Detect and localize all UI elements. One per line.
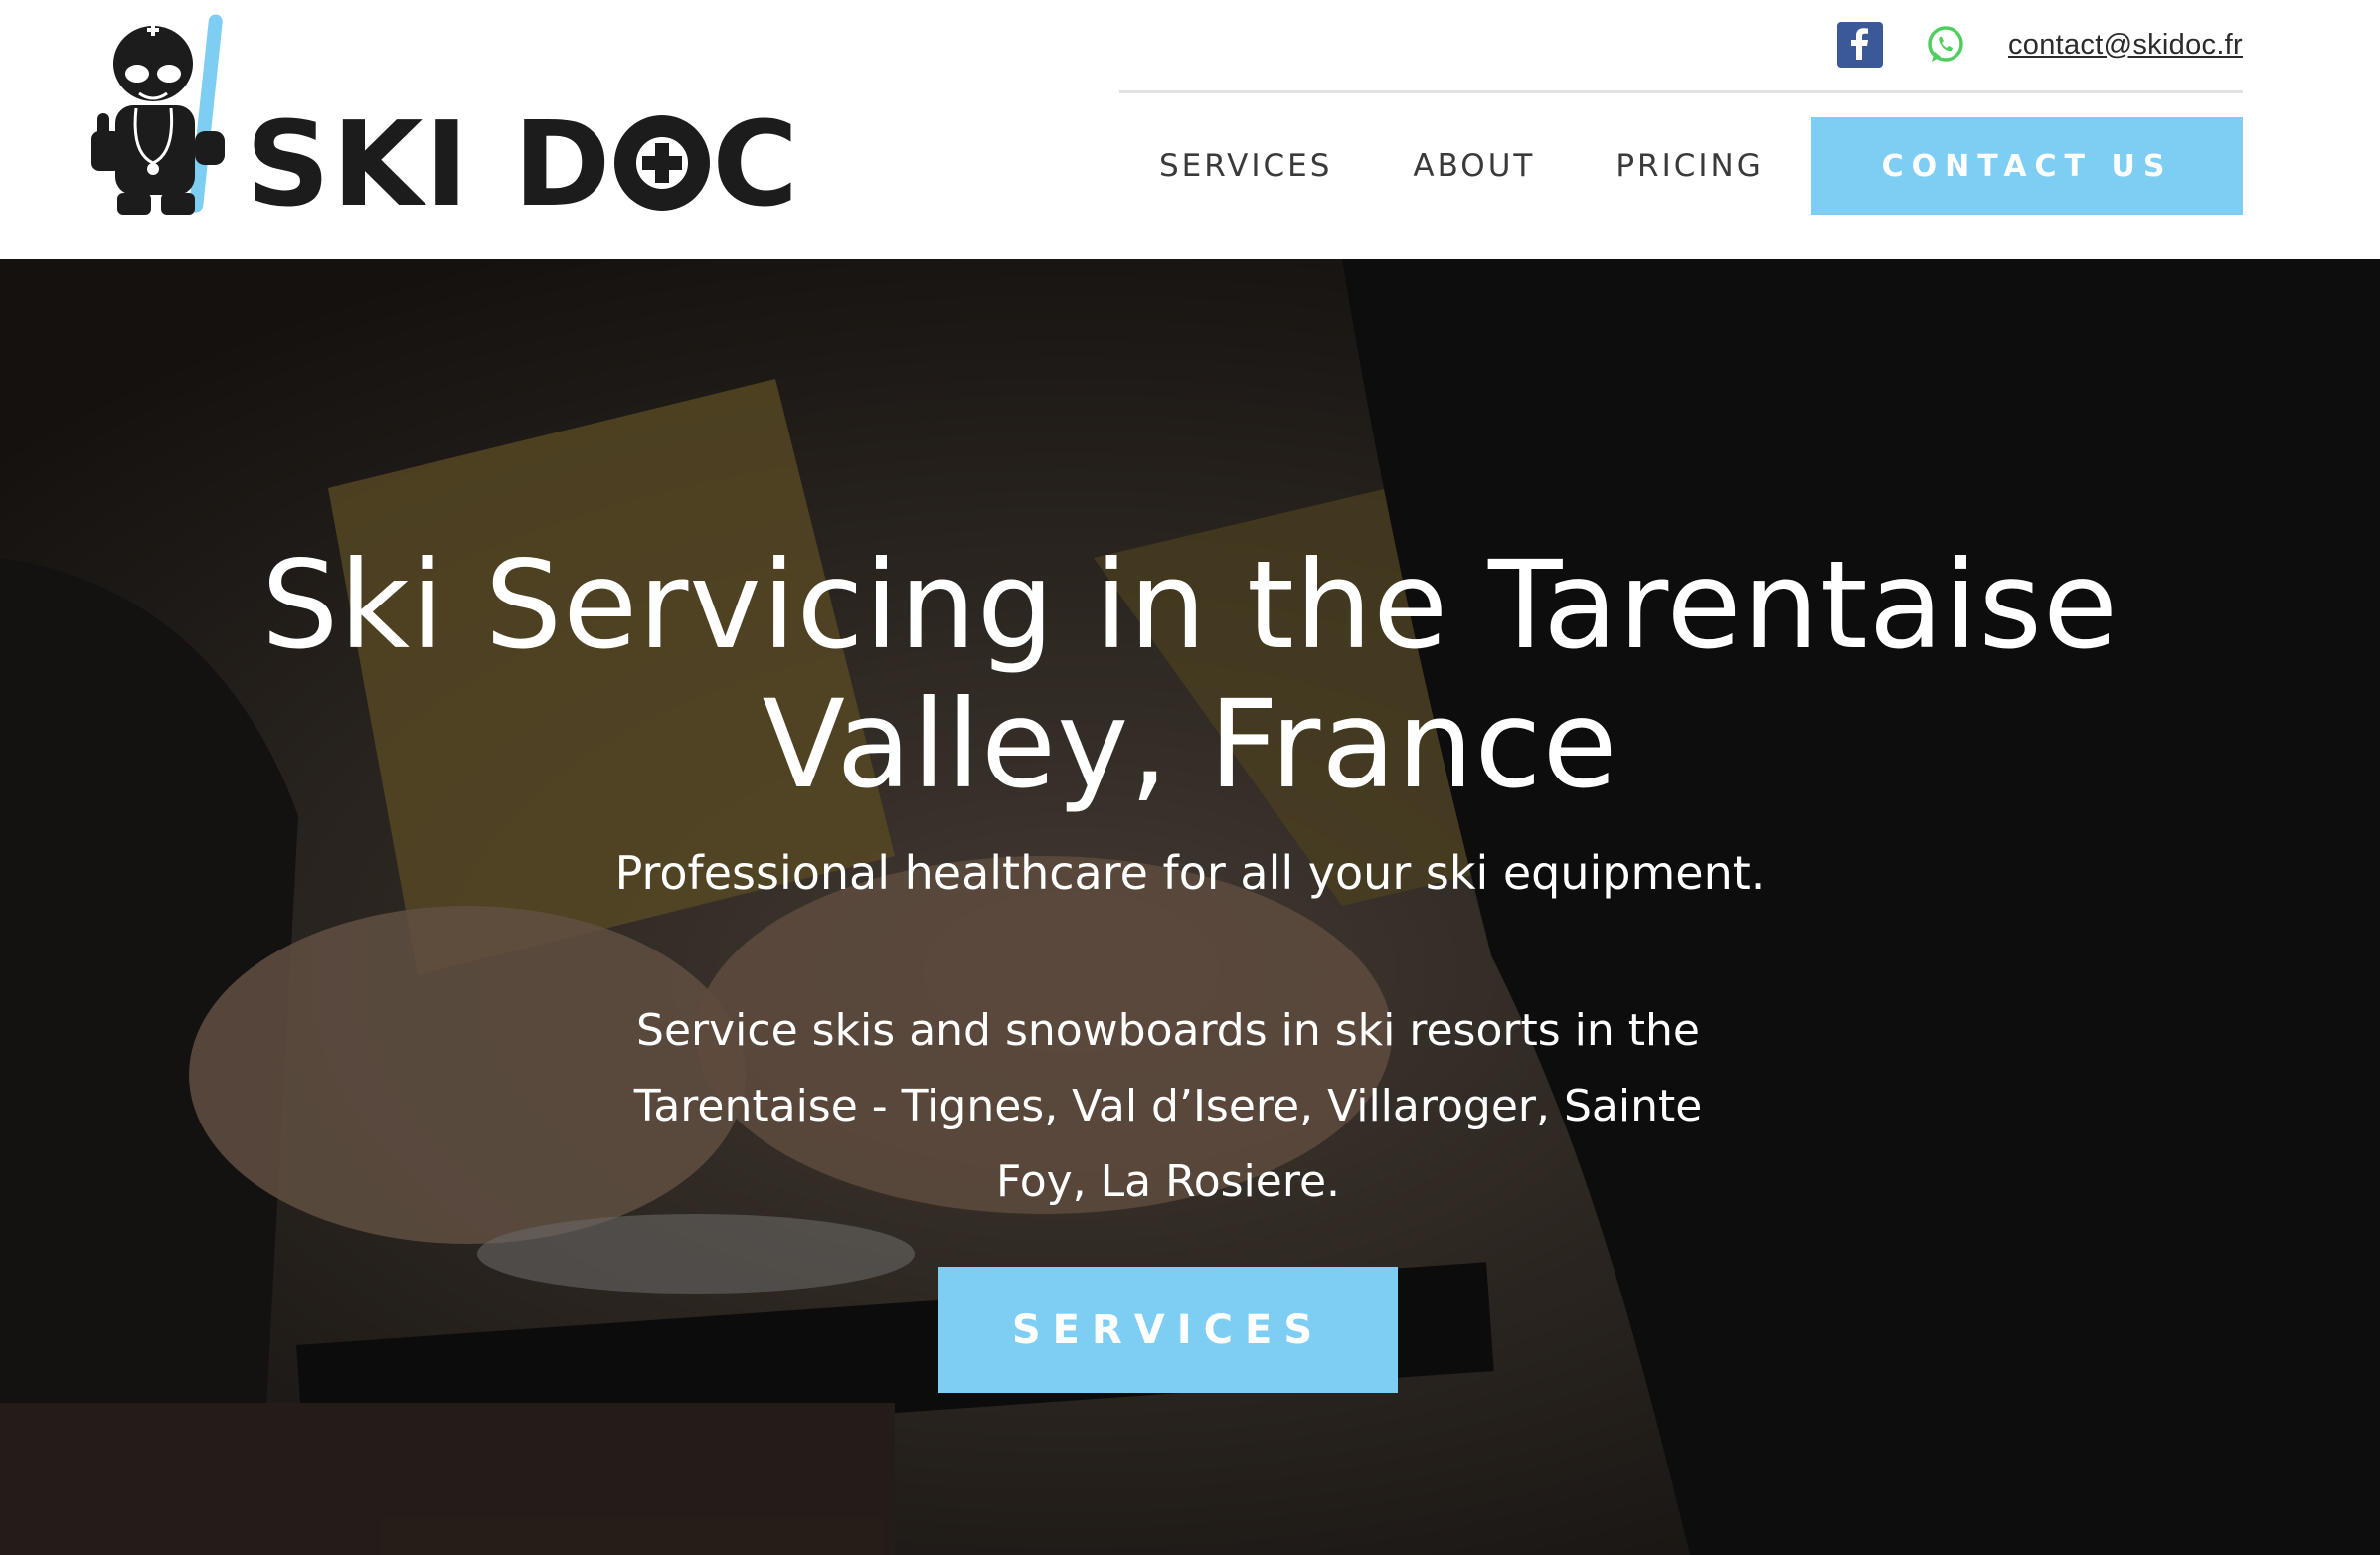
nav-item-pricing[interactable]: PRICING xyxy=(1615,148,1763,184)
hero-description: Service skis and snowboards in ski resor… xyxy=(633,1005,1703,1207)
contact-email-link[interactable]: contact@skidoc.fr xyxy=(2008,29,2243,62)
nav-item-about[interactable]: ABOUT xyxy=(1413,148,1535,184)
main-nav: SERVICES ABOUT PRICING xyxy=(1159,117,1764,215)
hero-subtitle: Professional healthcare for all your ski… xyxy=(614,846,1766,900)
hero-title: Ski Servicing in the Tarentaise Valley, … xyxy=(0,536,2380,814)
logo-text-part1: SKI D xyxy=(246,95,613,233)
medical-cross-o-icon xyxy=(614,115,711,211)
whatsapp-icon[interactable] xyxy=(1925,24,1966,66)
header-topbar: contact@skidoc.fr xyxy=(1836,20,2243,70)
hero-title-line1: Ski Servicing in the Tarentaise xyxy=(260,535,2120,676)
ski-doctor-mascot-icon xyxy=(91,14,225,215)
hero-section: Ski Servicing in the Tarentaise Valley, … xyxy=(0,259,2380,1555)
logo-wordmark: SKI DC xyxy=(246,105,800,223)
nav-item-services[interactable]: SERVICES xyxy=(1159,148,1332,184)
contact-us-button[interactable]: CONTACT US xyxy=(1811,117,2243,215)
site-header: SKI DC contact@skidoc.fr SERVICES ABOUT … xyxy=(0,0,2380,259)
logo[interactable]: SKI DC xyxy=(91,14,798,223)
facebook-icon[interactable] xyxy=(1836,22,1883,68)
logo-text-part2: C xyxy=(712,95,800,233)
hero-services-button[interactable]: SERVICES xyxy=(938,1267,1398,1393)
hero-title-line2: Valley, France xyxy=(762,674,1618,815)
header-divider xyxy=(1119,90,2243,93)
